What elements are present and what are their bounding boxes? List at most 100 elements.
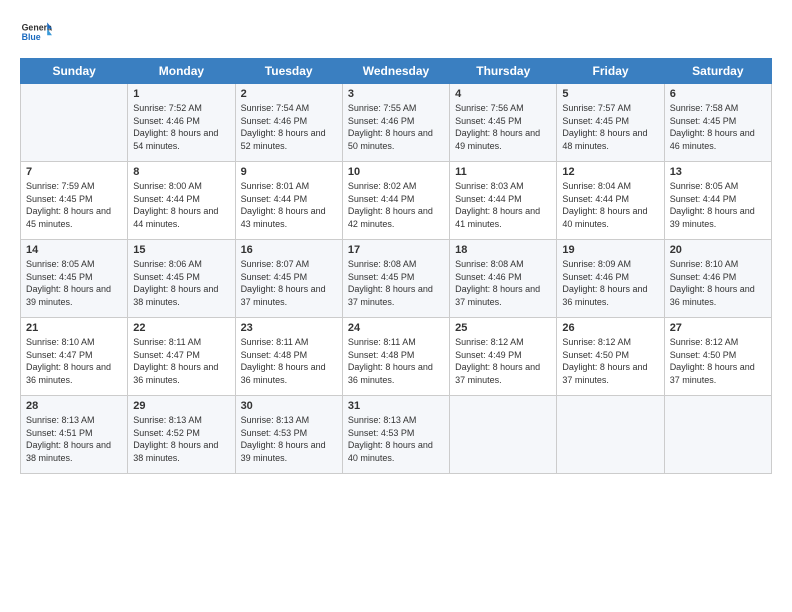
day-number: 2: [241, 88, 337, 100]
table-row: 19Sunrise: 8:09 AMSunset: 4:46 PMDayligh…: [557, 240, 664, 318]
cell-details: Sunrise: 7:54 AMSunset: 4:46 PMDaylight:…: [241, 102, 337, 152]
table-row: 17 Sunrise: 8:08 AMSunset: 4:45 PMDayligh…: [342, 240, 449, 318]
cell-details: Sunrise: 8:13 AMSunset: 4:52 PMDaylight:…: [133, 414, 229, 464]
table-row: 9 Sunrise: 8:01 AMSunset: 4:44 PMDaylight…: [235, 162, 342, 240]
cell-details: Sunrise: 8:05 AMSunset: 4:45 PMDaylight:…: [26, 258, 122, 308]
table-row: 21 Sunrise: 8:10 AMSunset: 4:47 PMDayligh…: [21, 318, 128, 396]
day-number: 26: [562, 322, 658, 334]
cell-details: Sunrise: 8:10 AMSunset: 4:46 PMDaylight:…: [670, 258, 766, 308]
day-number: 22: [133, 322, 229, 334]
cell-details: Sunrise: 8:04 AMSunset: 4:44 PMDaylight:…: [562, 180, 658, 230]
table-row: [450, 396, 557, 474]
table-row: [21, 84, 128, 162]
day-number: 15: [133, 244, 229, 256]
calendar-week-row: 7 Sunrise: 7:59 AMSunset: 4:45 PMDaylight…: [21, 162, 772, 240]
cell-details: Sunrise: 7:57 AMSunset: 4:45 PMDaylight:…: [562, 102, 658, 152]
table-row: 11 Sunrise: 8:03 AMSunset: 4:44 PMDayligh…: [450, 162, 557, 240]
table-row: 18Sunrise: 8:08 AMSunset: 4:46 PMDayligh…: [450, 240, 557, 318]
day-number: 9: [241, 166, 337, 178]
day-number: 28: [26, 400, 122, 412]
table-row: [557, 396, 664, 474]
table-row: 29 Sunrise: 8:13 AMSunset: 4:52 PMDayligh…: [128, 396, 235, 474]
day-number: 6: [670, 88, 766, 100]
day-number: 16: [241, 244, 337, 256]
table-row: 2 Sunrise: 7:54 AMSunset: 4:46 PMDaylight…: [235, 84, 342, 162]
day-number: 29: [133, 400, 229, 412]
table-row: 30Sunrise: 8:13 AMSunset: 4:53 PMDayligh…: [235, 396, 342, 474]
cell-details: Sunrise: 8:11 AMSunset: 4:48 PMDaylight:…: [241, 336, 337, 386]
table-row: 16 Sunrise: 8:07 AMSunset: 4:45 PMDayligh…: [235, 240, 342, 318]
cell-details: Sunrise: 7:58 AMSunset: 4:45 PMDaylight:…: [670, 102, 766, 152]
cell-details: Sunrise: 7:52 AMSunset: 4:46 PMDaylight:…: [133, 102, 229, 152]
day-number: 8: [133, 166, 229, 178]
day-number: 7: [26, 166, 122, 178]
cell-details: Sunrise: 8:06 AMSunset: 4:45 PMDaylight:…: [133, 258, 229, 308]
calendar-table: Sunday Monday Tuesday Wednesday Thursday…: [20, 58, 772, 474]
calendar-week-row: 28 Sunrise: 8:13 AMSunset: 4:51 PMDayligh…: [21, 396, 772, 474]
cell-details: Sunrise: 7:59 AMSunset: 4:45 PMDaylight:…: [26, 180, 122, 230]
table-row: 7 Sunrise: 7:59 AMSunset: 4:45 PMDaylight…: [21, 162, 128, 240]
table-row: 13Sunrise: 8:05 AMSunset: 4:44 PMDayligh…: [664, 162, 771, 240]
cell-details: Sunrise: 8:02 AMSunset: 4:44 PMDaylight:…: [348, 180, 444, 230]
cell-details: Sunrise: 8:12 AMSunset: 4:50 PMDaylight:…: [562, 336, 658, 386]
table-row: 27 Sunrise: 8:12 AMSunset: 4:50 PMDayligh…: [664, 318, 771, 396]
col-wednesday: Wednesday: [342, 59, 449, 84]
day-number: 20: [670, 244, 766, 256]
day-number: 27: [670, 322, 766, 334]
day-number: 25: [455, 322, 551, 334]
col-thursday: Thursday: [450, 59, 557, 84]
table-row: 20 Sunrise: 8:10 AMSunset: 4:46 PMDayligh…: [664, 240, 771, 318]
table-row: 14 Sunrise: 8:05 AMSunset: 4:45 PMDayligh…: [21, 240, 128, 318]
day-number: 12: [562, 166, 658, 178]
day-number: 21: [26, 322, 122, 334]
cell-details: Sunrise: 8:13 AMSunset: 4:51 PMDaylight:…: [26, 414, 122, 464]
day-number: 24: [348, 322, 444, 334]
cell-details: Sunrise: 8:08 AMSunset: 4:45 PMDaylight:…: [348, 258, 444, 308]
day-number: 13: [670, 166, 766, 178]
table-row: 24 Sunrise: 8:11 AMSunset: 4:48 PMDayligh…: [342, 318, 449, 396]
cell-details: Sunrise: 7:55 AMSunset: 4:46 PMDaylight:…: [348, 102, 444, 152]
table-row: 10 Sunrise: 8:02 AMSunset: 4:44 PMDayligh…: [342, 162, 449, 240]
table-row: 3 Sunrise: 7:55 AMSunset: 4:46 PMDaylight…: [342, 84, 449, 162]
cell-details: Sunrise: 8:07 AMSunset: 4:45 PMDaylight:…: [241, 258, 337, 308]
table-row: 25 Sunrise: 8:12 AMSunset: 4:49 PMDayligh…: [450, 318, 557, 396]
table-row: 26 Sunrise: 8:12 AMSunset: 4:50 PMDayligh…: [557, 318, 664, 396]
table-row: 1Sunrise: 7:52 AMSunset: 4:46 PMDaylight…: [128, 84, 235, 162]
cell-details: Sunrise: 8:03 AMSunset: 4:44 PMDaylight:…: [455, 180, 551, 230]
header: General Blue: [20, 16, 772, 48]
day-number: 30: [241, 400, 337, 412]
table-row: 8Sunrise: 8:00 AMSunset: 4:44 PMDaylight…: [128, 162, 235, 240]
cell-details: Sunrise: 8:08 AMSunset: 4:46 PMDaylight:…: [455, 258, 551, 308]
calendar-header-row: Sunday Monday Tuesday Wednesday Thursday…: [21, 59, 772, 84]
cell-details: Sunrise: 8:12 AMSunset: 4:49 PMDaylight:…: [455, 336, 551, 386]
day-number: 23: [241, 322, 337, 334]
col-tuesday: Tuesday: [235, 59, 342, 84]
table-row: 12 Sunrise: 8:04 AMSunset: 4:44 PMDayligh…: [557, 162, 664, 240]
day-number: 14: [26, 244, 122, 256]
table-row: 31Sunrise: 8:13 AMSunset: 4:53 PMDayligh…: [342, 396, 449, 474]
table-row: 23 Sunrise: 8:11 AMSunset: 4:48 PMDayligh…: [235, 318, 342, 396]
generalblue-logo-icon: General Blue: [20, 16, 52, 48]
cell-details: Sunrise: 8:12 AMSunset: 4:50 PMDaylight:…: [670, 336, 766, 386]
col-monday: Monday: [128, 59, 235, 84]
calendar-week-row: 1Sunrise: 7:52 AMSunset: 4:46 PMDaylight…: [21, 84, 772, 162]
logo: General Blue: [20, 16, 52, 48]
cell-details: Sunrise: 8:11 AMSunset: 4:47 PMDaylight:…: [133, 336, 229, 386]
table-row: 28 Sunrise: 8:13 AMSunset: 4:51 PMDayligh…: [21, 396, 128, 474]
day-number: 17: [348, 244, 444, 256]
cell-details: Sunrise: 8:01 AMSunset: 4:44 PMDaylight:…: [241, 180, 337, 230]
day-number: 3: [348, 88, 444, 100]
table-row: 6 Sunrise: 7:58 AMSunset: 4:45 PMDaylight…: [664, 84, 771, 162]
calendar-week-row: 21 Sunrise: 8:10 AMSunset: 4:47 PMDayligh…: [21, 318, 772, 396]
cell-details: Sunrise: 8:10 AMSunset: 4:47 PMDaylight:…: [26, 336, 122, 386]
calendar-week-row: 14 Sunrise: 8:05 AMSunset: 4:45 PMDayligh…: [21, 240, 772, 318]
cell-details: Sunrise: 7:56 AMSunset: 4:45 PMDaylight:…: [455, 102, 551, 152]
day-number: 5: [562, 88, 658, 100]
cell-details: Sunrise: 8:13 AMSunset: 4:53 PMDaylight:…: [348, 414, 444, 464]
page: General Blue Sunday Monday Tuesday Wedne…: [0, 0, 792, 612]
cell-details: Sunrise: 8:11 AMSunset: 4:48 PMDaylight:…: [348, 336, 444, 386]
table-row: 15 Sunrise: 8:06 AMSunset: 4:45 PMDayligh…: [128, 240, 235, 318]
col-sunday: Sunday: [21, 59, 128, 84]
day-number: 10: [348, 166, 444, 178]
day-number: 11: [455, 166, 551, 178]
